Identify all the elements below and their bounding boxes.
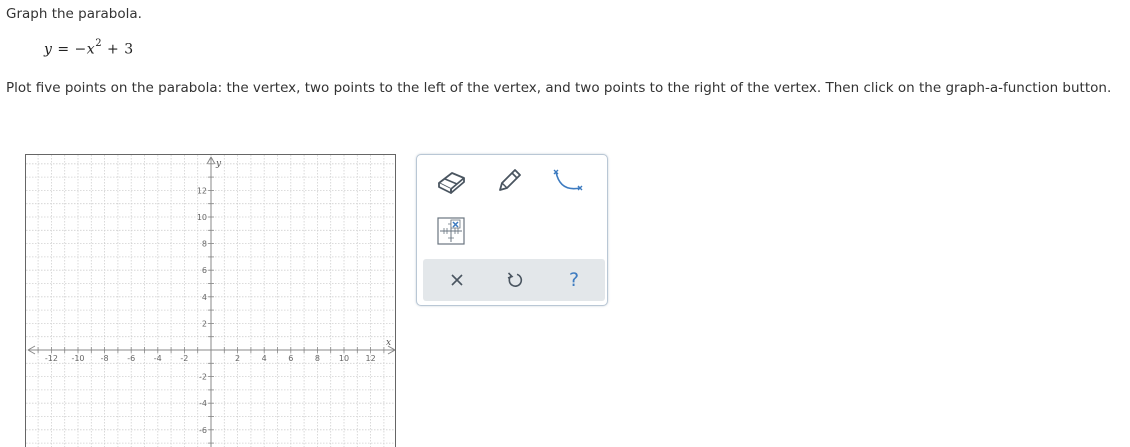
equation-exponent: 2 xyxy=(95,38,103,49)
y-tick-label: 4 xyxy=(202,293,207,302)
x-tick-label: -8 xyxy=(101,354,109,363)
eraser-tool-button[interactable] xyxy=(433,163,469,199)
y-axis-label: y xyxy=(215,159,222,169)
y-tick-label: 8 xyxy=(202,240,207,249)
clear-button[interactable] xyxy=(437,263,477,297)
y-tick-label: 10 xyxy=(197,213,207,222)
y-tick-label: 2 xyxy=(202,319,207,328)
x-tick-label: 2 xyxy=(235,354,240,363)
parabola-tool-icon xyxy=(553,169,583,191)
action-bar: ? xyxy=(423,259,605,301)
y-tick-label: -2 xyxy=(199,373,207,382)
x-tick-label: -6 xyxy=(127,354,135,363)
x-axis-label: x xyxy=(386,338,391,348)
y-tick-label: 6 xyxy=(202,266,207,275)
problem-title: Graph the parabola. xyxy=(6,6,142,22)
coordinate-plane[interactable]: -12-10-8-6-4-22468101212108642-2-4-6-8xy xyxy=(26,155,396,447)
graph-a-function-button[interactable] xyxy=(433,213,469,249)
y-tick-label: -6 xyxy=(199,426,207,435)
x-tick-label: 8 xyxy=(315,354,320,363)
graph-area[interactable]: -12-10-8-6-4-22468101212108642-2-4-6-8xy xyxy=(25,154,396,447)
graph-toolbox: ? xyxy=(416,154,608,306)
undo-button[interactable] xyxy=(495,263,535,297)
x-tick-label: -4 xyxy=(154,354,162,363)
x-tick-label: 6 xyxy=(288,354,293,363)
parabola-tool-button[interactable] xyxy=(549,163,585,199)
x-tick-label: 4 xyxy=(262,354,267,363)
help-button[interactable]: ? xyxy=(554,263,594,297)
equation-rest: + 3 xyxy=(102,41,134,58)
parabola-equation: y = −x2 + 3 xyxy=(44,38,134,58)
x-tick-label: 10 xyxy=(339,354,349,363)
instruction-text: Plot five points on the parabola: the ve… xyxy=(6,80,1112,96)
pencil-tool-button[interactable] xyxy=(491,163,527,199)
y-tick-label: -4 xyxy=(199,399,207,408)
undo-icon xyxy=(507,272,523,287)
pencil-icon xyxy=(499,169,521,191)
x-tick-label: 12 xyxy=(366,354,376,363)
graph-a-function-icon xyxy=(437,217,465,245)
x-tick-label: -12 xyxy=(45,354,58,363)
x-tick-label: -10 xyxy=(71,354,84,363)
equation-var: x xyxy=(86,41,96,58)
y-tick-label: 12 xyxy=(197,186,207,195)
clear-x-icon xyxy=(451,274,463,286)
help-question-icon: ? xyxy=(568,269,580,291)
x-tick-label: -2 xyxy=(180,354,188,363)
eraser-icon xyxy=(438,172,465,194)
equation-equals: = − xyxy=(52,41,87,58)
